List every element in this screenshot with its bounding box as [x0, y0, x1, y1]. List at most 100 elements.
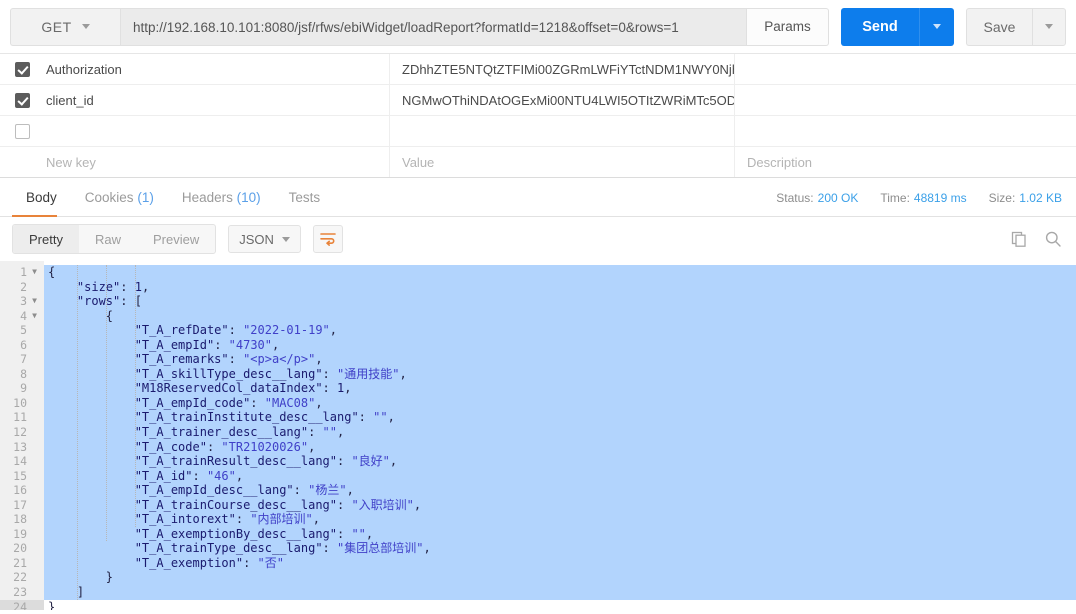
- send-button[interactable]: Send: [841, 7, 919, 46]
- json-code-content[interactable]: { "size": 1, "rows": [ { "T_A_refDate": …: [44, 261, 1076, 610]
- code-token: "T_A_intorext": [134, 512, 236, 527]
- view-pretty-button[interactable]: Pretty: [13, 225, 79, 253]
- line-number-label: 6: [20, 337, 27, 352]
- code-token: ,: [235, 468, 244, 483]
- code-token: "T_A_refDate": [134, 323, 229, 338]
- response-status-group: Status: 200 OK Time: 48819 ms Size: 1.02 KB: [776, 191, 1076, 216]
- code-line: "T_A_empId_desc__lang": "杨兰",: [44, 483, 1076, 498]
- line-number-label: 1: [20, 265, 27, 279]
- new-header-key-input[interactable]: New key: [44, 147, 390, 177]
- code-token: "入职培训": [351, 497, 414, 512]
- line-number-label: 3: [20, 294, 27, 309]
- line-number: 10▼: [0, 396, 44, 411]
- header-description-cell[interactable]: [735, 85, 1076, 115]
- search-button[interactable]: [1044, 230, 1062, 248]
- header-key-cell[interactable]: client_id: [44, 85, 390, 115]
- code-token: "T_A_skillType_desc__lang": [134, 366, 323, 381]
- line-number-label: 21: [13, 555, 27, 570]
- status-badge: Status: 200 OK: [776, 191, 858, 205]
- fold-toggle-icon[interactable]: ▼: [29, 311, 40, 320]
- save-button-group: Save: [966, 7, 1066, 46]
- copy-icon: [1011, 231, 1026, 247]
- header-value-cell[interactable]: ZDhhZTE5NTQtZTFIMi00ZGRmLWFiYTctNDM1NWY0…: [390, 54, 735, 84]
- header-description-cell[interactable]: [735, 116, 1076, 146]
- code-token: :: [337, 526, 352, 541]
- response-body-viewer[interactable]: 1▼2▼3▼4▼5▼6▼7▼8▼9▼10▼11▼12▼13▼14▼15▼16▼1…: [0, 261, 1076, 610]
- line-number: 18▼: [0, 512, 44, 527]
- line-number: 1 ▼: [0, 265, 44, 280]
- code-token: "T_A_empId_desc__lang": [134, 483, 294, 498]
- header-key-cell[interactable]: Authorization: [44, 54, 390, 84]
- word-wrap-button[interactable]: [312, 225, 343, 253]
- header-value-cell[interactable]: NGMwOThiNDAtOGExMi00NTU4LWI5OTItZWRiMTc5…: [390, 85, 735, 115]
- code-line: "T_A_trainCourse_desc__lang": "入职培训",: [44, 497, 1076, 513]
- code-token: ]: [76, 585, 85, 600]
- size-value: 1.02 KB: [1019, 191, 1062, 205]
- http-method-dropdown[interactable]: GET: [10, 7, 120, 46]
- view-raw-button[interactable]: Raw: [79, 225, 137, 253]
- code-token: "<p>a</p>": [243, 352, 316, 367]
- line-number: 4 ▼: [0, 309, 44, 324]
- url-input[interactable]: http://192.168.10.101:8080/jsf/rfws/ebiW…: [120, 7, 747, 46]
- tab-cookies[interactable]: Cookies (1): [71, 190, 168, 216]
- code-line: "T_A_exemption": "否": [44, 555, 1076, 571]
- table-row: [0, 116, 1076, 147]
- tab-headers[interactable]: Headers (10): [168, 190, 275, 216]
- params-button[interactable]: Params: [747, 7, 829, 46]
- body-format-dropdown[interactable]: JSON: [228, 225, 301, 253]
- line-number: 9▼: [0, 381, 44, 396]
- line-number-label: 8: [20, 366, 27, 381]
- code-token: "TR21020026": [221, 439, 309, 454]
- code-line: "T_A_trainer_desc__lang": "",: [44, 425, 1076, 440]
- code-line: "size": 1,: [44, 279, 1076, 295]
- line-number-label: 17: [13, 497, 27, 512]
- line-number-label: 4: [20, 308, 27, 323]
- response-tab-bar: Body Cookies (1) Headers (10) Tests Stat…: [0, 178, 1076, 217]
- line-number: 20▼: [0, 541, 44, 556]
- tab-label: Tests: [288, 190, 321, 205]
- code-token: :: [235, 512, 251, 527]
- line-number: 21▼: [0, 556, 44, 571]
- header-key-cell[interactable]: [44, 116, 390, 146]
- line-number-label: 22: [13, 570, 27, 585]
- header-description-cell[interactable]: [735, 54, 1076, 84]
- new-header-value-input[interactable]: Value: [390, 147, 735, 177]
- code-token: "4730": [228, 337, 272, 352]
- view-preview-button[interactable]: Preview: [137, 225, 215, 253]
- code-token: ,: [308, 439, 316, 454]
- tab-body[interactable]: Body: [12, 190, 71, 217]
- line-number: 14▼: [0, 454, 44, 469]
- save-options-button[interactable]: [1032, 7, 1066, 46]
- code-token: :: [322, 541, 337, 556]
- row-enabled-checkbox[interactable]: [14, 61, 30, 77]
- code-token: "46": [206, 468, 236, 483]
- code-line: "T_A_trainResult_desc__lang": "良好",: [44, 454, 1076, 469]
- code-token: "良好": [351, 454, 390, 469]
- fold-toggle-icon[interactable]: ▼: [29, 297, 40, 305]
- code-token: ,: [312, 512, 320, 527]
- line-number-label: 18: [13, 512, 27, 527]
- code-token: ,: [387, 410, 395, 425]
- new-header-description-input[interactable]: Description: [735, 147, 1076, 177]
- code-token: "MAC08": [264, 395, 316, 410]
- chevron-down-icon: [933, 24, 941, 29]
- row-enabled-checkbox[interactable]: [14, 92, 30, 108]
- fold-toggle-icon[interactable]: ▼: [29, 268, 40, 276]
- code-token: {: [105, 308, 114, 323]
- code-token: ,: [413, 497, 422, 512]
- line-number-label: 5: [20, 323, 27, 338]
- chevron-down-icon: [81, 24, 90, 29]
- code-token: ,: [423, 541, 431, 556]
- copy-button[interactable]: [1010, 230, 1028, 248]
- tab-label: Body: [26, 190, 57, 205]
- header-value-cell[interactable]: [390, 116, 735, 146]
- code-token: }: [48, 599, 56, 610]
- tab-count: (1): [137, 190, 154, 205]
- send-options-button[interactable]: [919, 7, 954, 46]
- tab-tests[interactable]: Tests: [275, 190, 335, 216]
- code-line: }: [44, 570, 1076, 586]
- row-enabled-checkbox[interactable]: [14, 123, 30, 139]
- save-button[interactable]: Save: [966, 7, 1032, 46]
- line-number-label: 13: [13, 439, 27, 454]
- line-number-label: 24: [13, 599, 27, 610]
